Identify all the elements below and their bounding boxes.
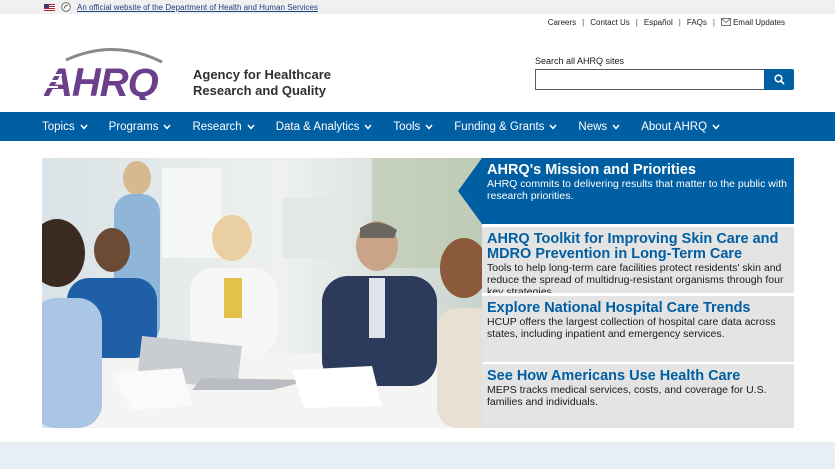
hhs-official-link[interactable]: An official website of the Department of…	[77, 3, 318, 12]
chevron-down-icon	[80, 124, 88, 130]
nav-data-analytics[interactable]: Data & Analytics	[276, 121, 373, 133]
panel-text: MEPS tracks medical services, costs, and…	[487, 384, 767, 408]
chevron-down-icon	[364, 124, 372, 130]
contact-us-link[interactable]: Contact Us	[590, 18, 630, 27]
panel-title: AHRQ Toolkit for Improving Skin Care and…	[487, 231, 779, 262]
hero-photo[interactable]	[42, 158, 482, 428]
main-nav: Topics Programs Research Data & Analytic…	[0, 112, 835, 141]
nav-label: Topics	[42, 120, 75, 133]
utility-nav: Careers | Contact Us | Español | FAQs | …	[548, 16, 785, 28]
ahrq-logo[interactable]: AHRQ	[44, 44, 180, 100]
nav-label: News	[578, 120, 608, 133]
faqs-link[interactable]: FAQs	[687, 18, 707, 27]
panel-title: See How Americans Use Health Care	[487, 368, 741, 384]
nav-topics[interactable]: Topics	[42, 121, 88, 133]
us-flag-icon	[44, 3, 55, 11]
divider: |	[678, 17, 681, 27]
divider: |	[582, 17, 585, 27]
hero-panel-health-care-use[interactable]: See How Americans Use Health Care MEPS t…	[482, 364, 794, 428]
svg-text:AHRQ: AHRQ	[44, 61, 159, 100]
panel-text: Tools to help long-term care facilities …	[487, 262, 784, 293]
agency-name: Agency for Healthcare Research and Quali…	[193, 67, 363, 99]
agency-name-line1: Agency for Healthcare	[193, 67, 331, 82]
divider: |	[635, 17, 638, 27]
nav-label: Research	[192, 120, 242, 133]
chevron-down-icon	[247, 124, 255, 130]
nav-about-ahrq[interactable]: About AHRQ	[641, 121, 720, 133]
chevron-down-icon	[163, 124, 172, 130]
panel-text: AHRQ commits to delivering results that …	[487, 178, 787, 202]
email-updates-link[interactable]: Email Updates	[733, 18, 785, 27]
nav-label: Funding & Grants	[454, 120, 545, 133]
nav-label: Tools	[393, 120, 421, 133]
espanol-link[interactable]: Español	[644, 18, 673, 27]
search-label: Search all AHRQ sites	[535, 56, 625, 66]
chevron-down-icon	[549, 124, 557, 130]
hero-panel-mission[interactable]: AHRQ's Mission and Priorities AHRQ commi…	[458, 158, 794, 224]
nav-label: Data & Analytics	[275, 120, 360, 133]
nav-research[interactable]: Research	[192, 120, 255, 133]
chevron-down-icon	[612, 124, 620, 130]
nav-programs[interactable]: Programs	[109, 121, 172, 133]
hhs-seal-icon	[61, 2, 71, 12]
careers-link[interactable]: Careers	[548, 18, 576, 27]
nav-label: Programs	[108, 120, 159, 133]
panel-title: AHRQ's Mission and Priorities	[487, 162, 696, 178]
panel-text: HCUP offers the largest collection of ho…	[487, 316, 776, 340]
lower-section-band	[0, 442, 835, 469]
nav-news[interactable]: News	[578, 121, 620, 133]
mail-icon	[721, 18, 731, 26]
nav-label: About AHRQ	[641, 120, 708, 133]
search-icon	[773, 74, 785, 85]
search-button[interactable]	[764, 69, 794, 90]
nav-funding-grants[interactable]: Funding & Grants	[454, 121, 557, 133]
panel-title: Explore National Hospital Care Trends	[487, 300, 751, 316]
divider: |	[712, 17, 715, 27]
chevron-down-icon	[712, 124, 720, 130]
hero-panel-hospital-trends[interactable]: Explore National Hospital Care Trends HC…	[482, 296, 794, 362]
chevron-down-icon	[425, 124, 433, 130]
hero-panel-skin-care-toolkit[interactable]: AHRQ Toolkit for Improving Skin Care and…	[482, 227, 794, 293]
gov-banner: An official website of the Department of…	[0, 0, 835, 14]
nav-tools[interactable]: Tools	[393, 121, 433, 133]
search-input[interactable]	[535, 69, 764, 90]
agency-name-line2: Research and Quality	[193, 83, 326, 98]
